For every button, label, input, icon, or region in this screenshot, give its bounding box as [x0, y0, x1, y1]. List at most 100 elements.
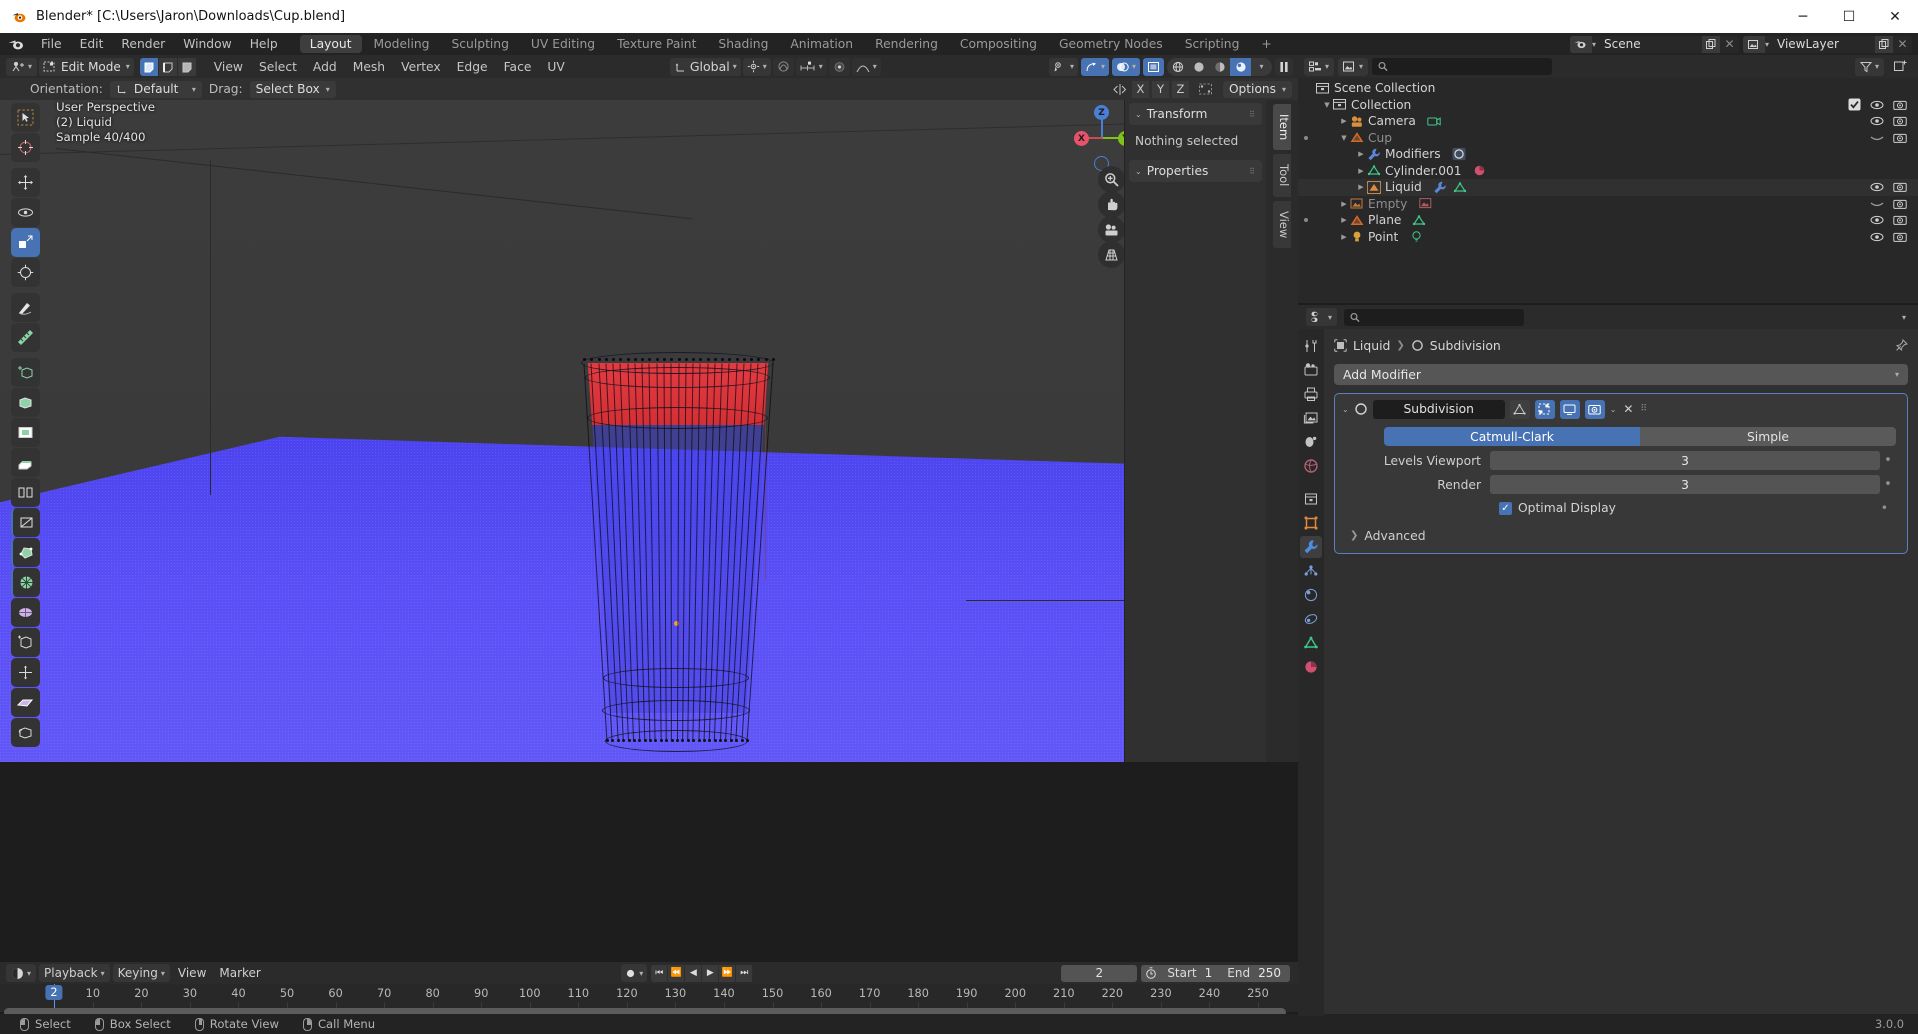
tool-more-tools[interactable] — [11, 718, 40, 747]
properties-tab-output[interactable] — [1300, 383, 1322, 405]
mirror-axis-x-button[interactable]: X — [1131, 80, 1149, 98]
tool-scale-active[interactable] — [11, 228, 40, 257]
tool-loop-cut[interactable] — [11, 478, 40, 507]
drag-dropdown[interactable]: Select Box ▾ — [249, 80, 336, 98]
tool-move[interactable] — [11, 168, 40, 197]
solid-shading-button[interactable] — [1188, 58, 1209, 76]
outliner-row-scene-collection[interactable]: Scene Collection — [1298, 80, 1918, 97]
mesh-data-icon[interactable] — [1453, 180, 1467, 194]
eye-closed-icon[interactable] — [1870, 197, 1884, 211]
viewport-menu-edge[interactable]: Edge — [450, 59, 495, 75]
outliner-row-plane[interactable]: ▶ Plane — [1298, 212, 1918, 229]
outliner-row-collection[interactable]: ▼ Collection — [1298, 97, 1918, 114]
workspace-tab-animation[interactable]: Animation — [780, 35, 863, 53]
render-levels-animate-dot[interactable]: • — [1880, 477, 1896, 492]
tool-cursor[interactable] — [11, 133, 40, 162]
outliner-filter-button[interactable]: ▾ — [1854, 57, 1884, 76]
viewport-menu-uv[interactable]: UV — [540, 59, 571, 75]
outliner-expand-triangle-icon[interactable]: ▶ — [1355, 167, 1367, 175]
tool-rip-region[interactable] — [11, 688, 40, 717]
tool-rotate[interactable] — [11, 198, 40, 227]
visibility-selector[interactable]: ▾ — [1048, 57, 1078, 76]
next-keyframe-button[interactable]: ⏩ — [719, 964, 737, 982]
timeline-menu-view[interactable]: View — [173, 964, 211, 982]
outliner-row-point[interactable]: ▶ Point — [1298, 229, 1918, 246]
eye-icon[interactable] — [1870, 230, 1884, 244]
playhead-frame-badge[interactable]: 2 — [45, 985, 63, 1000]
checkbox-icon[interactable] — [1847, 98, 1861, 112]
viewlayer-name[interactable]: ViewLayer — [1769, 37, 1874, 51]
tool-spin[interactable] — [11, 568, 40, 597]
levels-viewport-animate-dot[interactable]: • — [1880, 453, 1896, 468]
sidebar-tab-view[interactable]: View — [1273, 200, 1291, 248]
properties-tab-render[interactable] — [1300, 359, 1322, 381]
tool-measure[interactable] — [11, 323, 40, 352]
viewport-menu-face[interactable]: Face — [497, 59, 539, 75]
mirror-icon[interactable] — [1113, 83, 1129, 96]
interaction-mode-selector[interactable]: Edit Mode ▾ — [39, 57, 134, 76]
material-preview-shading-button[interactable] — [1209, 58, 1230, 76]
outliner-display-mode-selector[interactable]: ▾ — [1338, 57, 1369, 76]
tool-shrink-fatten[interactable] — [11, 658, 40, 687]
camera-icon[interactable] — [1893, 230, 1907, 244]
jump-to-end-button[interactable]: ⏭ — [736, 964, 754, 982]
viewport-menu-mesh[interactable]: Mesh — [346, 59, 392, 75]
transform-panel-header[interactable]: ⌄ Transform ⠿ — [1129, 103, 1262, 125]
menu-render[interactable]: Render — [112, 35, 174, 53]
modifier-render-display-toggle[interactable] — [1584, 399, 1605, 419]
outliner-row-empty[interactable]: ▶ Empty — [1298, 196, 1918, 213]
workspace-tab-add[interactable]: + — [1251, 35, 1281, 53]
properties-tab-constraints[interactable] — [1300, 608, 1322, 630]
modifier-collapse-chevron-icon[interactable]: ⌄ — [1342, 405, 1349, 414]
simple-button[interactable]: Simple — [1640, 427, 1896, 446]
outliner-row-liquid[interactable]: ▶ Liquid — [1298, 179, 1918, 196]
viewport-options-dropdown[interactable]: Options ▾ — [1222, 80, 1292, 98]
outliner-search-input[interactable] — [1372, 58, 1553, 75]
proportional-falloff-preview[interactable] — [828, 57, 850, 76]
workspace-tab-modeling[interactable]: Modeling — [364, 35, 440, 53]
camera-data-icon[interactable] — [1427, 114, 1441, 128]
toggle-camera-view-button[interactable] — [1098, 216, 1125, 243]
advanced-subpanel-header[interactable]: ❯ Advanced — [1350, 528, 1900, 543]
outliner-row-cup[interactable]: ▼ Cup — [1298, 130, 1918, 147]
modifier-realtime-display-toggle[interactable] — [1559, 399, 1580, 419]
properties-options-chevron-down-icon[interactable]: ▾ — [1902, 313, 1910, 322]
jump-to-start-button[interactable]: ⏮ — [651, 964, 669, 982]
tool-extrude-region[interactable] — [11, 388, 40, 417]
timeline-menu-marker[interactable]: Marker — [214, 964, 265, 982]
outliner-search-field[interactable] — [1393, 59, 1547, 74]
menu-window[interactable]: Window — [174, 35, 241, 53]
sidebar-tab-tool[interactable]: Tool — [1273, 154, 1291, 197]
eye-icon[interactable] — [1870, 180, 1884, 194]
modifier-edit-mode-display-toggle[interactable] — [1534, 399, 1555, 419]
orientation-dropdown[interactable]: Default ▾ — [109, 80, 202, 98]
menu-help[interactable]: Help — [241, 35, 287, 53]
tool-add-cube[interactable] — [11, 358, 40, 387]
blender-logo-icon[interactable] — [6, 36, 26, 52]
properties-tab-scene[interactable] — [1300, 431, 1322, 453]
tool-bevel[interactable] — [11, 448, 40, 477]
material-icon[interactable] — [1472, 164, 1486, 178]
overlays-toggle[interactable]: ▾ — [1111, 57, 1140, 76]
eye-icon[interactable] — [1870, 114, 1884, 128]
outliner-row-camera[interactable]: ▶ Camera — [1298, 113, 1918, 130]
timeline-menu-keying[interactable]: Keying ▾ — [112, 964, 170, 982]
tool-smooth[interactable] — [11, 598, 40, 627]
workspace-tab-rendering[interactable]: Rendering — [865, 35, 948, 53]
falloff-curve-icon-button[interactable]: ▾ — [851, 57, 881, 76]
snap-target-selector[interactable]: ▾ — [742, 57, 771, 76]
unlink-scene-button[interactable]: ✕ — [1720, 36, 1739, 53]
camera-icon[interactable] — [1893, 131, 1907, 145]
minimize-button[interactable]: ─ — [1780, 0, 1826, 33]
pause-render-toggle[interactable] — [1275, 57, 1293, 76]
tool-knife[interactable] — [11, 508, 40, 537]
tool-annotate[interactable] — [11, 293, 40, 322]
render-levels-field[interactable]: 3 — [1490, 475, 1880, 494]
toggle-perspective-ortho-button[interactable] — [1098, 241, 1125, 268]
optimal-display-animate-dot[interactable]: • — [1881, 501, 1896, 515]
proportional-size-widget[interactable]: ▾ — [795, 57, 827, 76]
new-viewlayer-button[interactable] — [1874, 35, 1893, 53]
mirror-axis-y-button[interactable]: Y — [1151, 80, 1169, 98]
light-data-icon[interactable] — [1409, 230, 1423, 244]
outliner-row-cylinder-001[interactable]: ▶ Cylinder.001 — [1298, 163, 1918, 180]
